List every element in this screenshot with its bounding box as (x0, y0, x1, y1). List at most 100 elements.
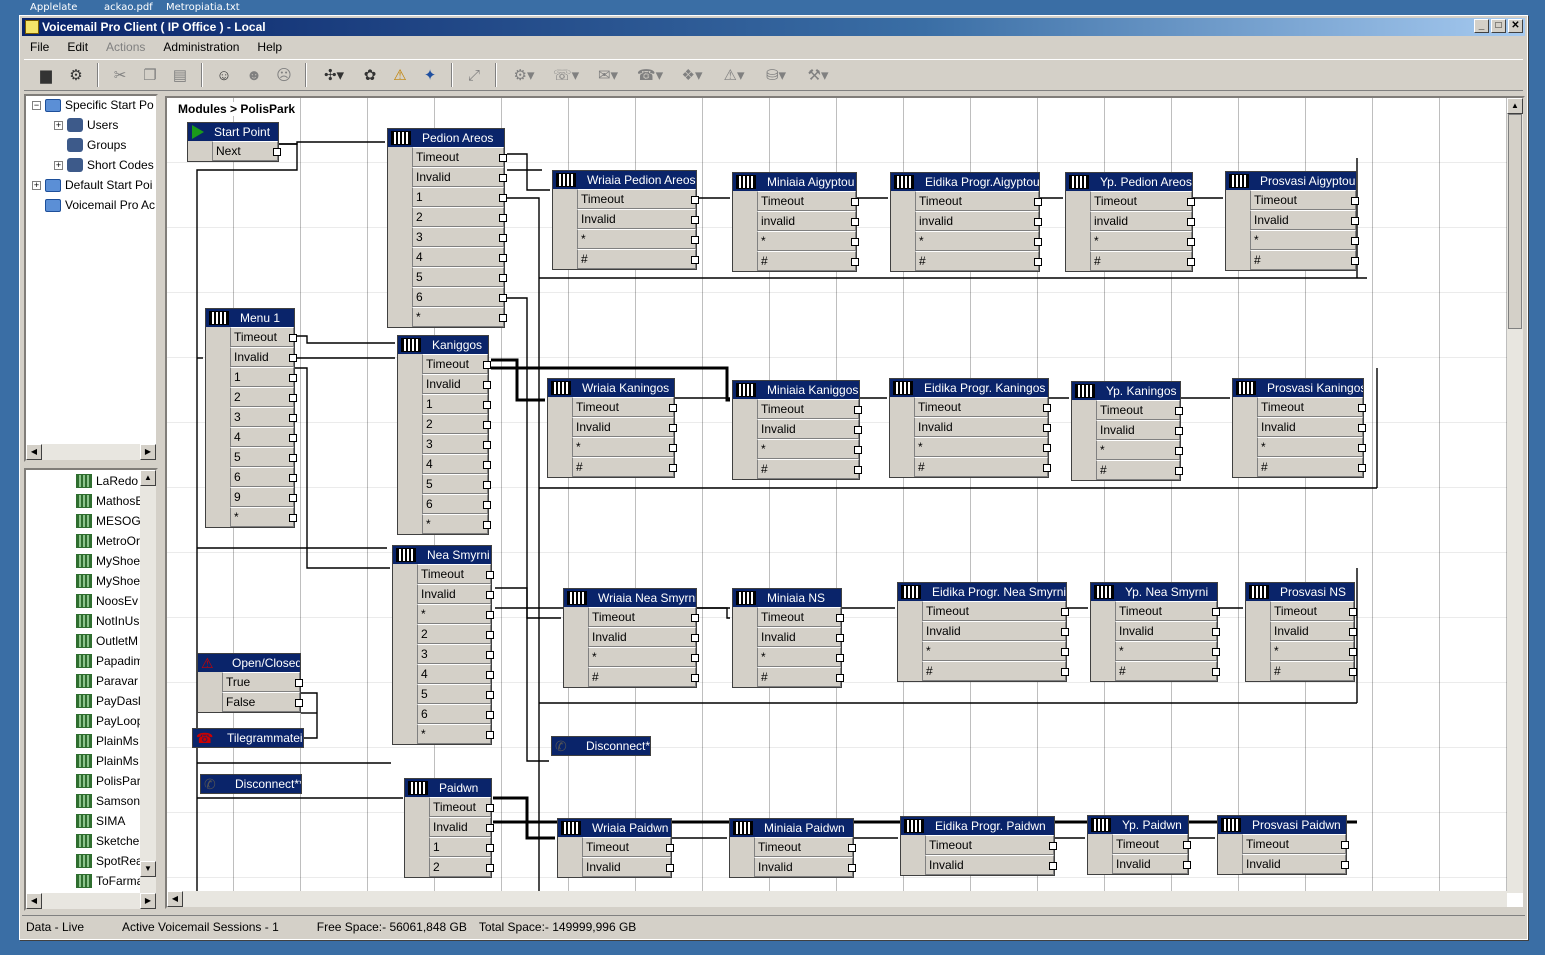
node-title[interactable]: Eidika Progr.Aigyptou (891, 173, 1039, 191)
node-title[interactable]: Miniaia Aigyptou (733, 173, 856, 191)
flow-node-r3c1[interactable]: Wriaia Nea Smyrni Timeout Invalid * # (563, 588, 699, 688)
node-exit[interactable]: # (1090, 251, 1195, 271)
menu-edit[interactable]: Edit (67, 40, 88, 54)
module-list-item[interactable]: Paravar (76, 674, 138, 688)
node-title[interactable]: Yp. Nea Smyrni (1091, 583, 1217, 601)
node-exit[interactable]: 3 (412, 227, 507, 247)
node-title[interactable]: Nea Smyrni (393, 546, 491, 564)
node-exit[interactable]: 2 (417, 624, 494, 644)
scroll-left-button[interactable]: ◀ (26, 444, 42, 460)
node-exit[interactable]: Invalid (422, 374, 491, 394)
node-exit[interactable]: # (922, 661, 1069, 681)
node-title[interactable]: Wriaia Nea Smyrni (564, 589, 696, 607)
node-exit[interactable]: 5 (412, 267, 507, 287)
connect-icon[interactable]: ⤢ (462, 63, 486, 87)
node-exit[interactable]: Invalid (429, 817, 494, 837)
mailbox-icon[interactable]: ✉▾ (590, 63, 626, 87)
module-list-item[interactable]: LaRedo (76, 474, 138, 488)
maximize-button[interactable]: □ (1491, 19, 1506, 33)
node-exit[interactable]: Invalid (925, 855, 1057, 875)
phone-icon[interactable]: ☎▾ (632, 63, 668, 87)
node-title[interactable]: Yp. Pedion Areos (1066, 173, 1192, 191)
node-exit[interactable]: 2 (422, 414, 491, 434)
flow-node-kaniggos[interactable]: Kaniggos Timeout Invalid 1 2 3 4 5 6 * (397, 335, 491, 535)
node-exit[interactable]: * (922, 641, 1069, 661)
node-exit[interactable]: 1 (422, 394, 491, 414)
module-list-item[interactable]: PayDasl (76, 694, 141, 708)
node-exit[interactable]: Timeout (914, 397, 1051, 417)
node-exit[interactable]: 1 (429, 837, 494, 857)
flow-node-r1c5[interactable]: Prosvasi Aigyptou Timeout Invalid * # (1225, 171, 1359, 271)
node-exit[interactable]: 2 (429, 857, 494, 877)
flow-node-r1c4[interactable]: Yp. Pedion Areos Timeout invalid * # (1065, 172, 1195, 272)
node-title[interactable]: Prosvasi Aigyptou (1226, 172, 1356, 190)
node-exit[interactable]: Invalid (588, 627, 699, 647)
node-exit[interactable]: 5 (417, 684, 494, 704)
tree-item[interactable]: + Default Start Poi (32, 178, 152, 192)
add-user-icon[interactable]: ☺ (212, 63, 236, 87)
menu-file[interactable]: File (30, 40, 49, 54)
node-exit[interactable]: Invalid (757, 419, 862, 439)
flow-node-r3c2[interactable]: Miniaia NS Timeout Invalid * # (732, 588, 844, 688)
node-title[interactable]: Menu 1 (206, 309, 294, 327)
modules-horizontal-scrollbar[interactable]: ◀ ▶ (26, 893, 156, 909)
flow-node-r3c4[interactable]: Yp. Nea Smyrni Timeout Invalid * # (1090, 582, 1220, 682)
add-group-icon[interactable]: ☻ (242, 63, 266, 87)
node-exit[interactable]: * (572, 437, 677, 457)
minimize-button[interactable]: _ (1474, 19, 1489, 33)
node-exit[interactable]: * (417, 604, 494, 624)
node-exit[interactable]: Invalid (230, 347, 297, 367)
node-exit[interactable]: * (757, 439, 862, 459)
node-exit[interactable]: Timeout (572, 397, 677, 417)
node-exit[interactable]: Invalid (1242, 854, 1349, 874)
node-exit[interactable]: * (1257, 437, 1366, 457)
node-exit[interactable]: 4 (412, 247, 507, 267)
node-exit[interactable]: Timeout (1250, 190, 1359, 210)
node-exit[interactable]: 3 (417, 644, 494, 664)
scroll-left-button[interactable]: ◀ (167, 891, 183, 907)
tree-horizontal-scrollbar[interactable]: ◀ ▶ (26, 444, 156, 460)
network-icon[interactable]: ⚙▾ (506, 63, 542, 87)
node-title[interactable]: Miniaia Paidwn (730, 819, 853, 837)
scroll-up-button[interactable]: ▲ (1507, 98, 1523, 114)
module-list-item[interactable]: ToFarma (76, 874, 143, 888)
node-exit[interactable]: 3 (422, 434, 491, 454)
module-list-item[interactable]: SpotRea (76, 854, 143, 868)
start-points-tree[interactable]: − Specific Start Po + Users Groups + Short Cod… (24, 94, 158, 462)
node-exit[interactable]: Invalid (1096, 420, 1183, 440)
node-exit[interactable]: Timeout (588, 607, 699, 627)
node-exit[interactable]: Timeout (1112, 834, 1191, 854)
canvas-vertical-scrollbar[interactable]: ▲ (1507, 98, 1523, 893)
node-exit[interactable]: # (1096, 460, 1183, 480)
flow-node-r2c2[interactable]: Miniaia Kaniggos Timeout Invalid * # (732, 380, 862, 480)
node-exit[interactable]: # (588, 667, 699, 687)
node-exit[interactable]: Timeout (757, 607, 844, 627)
node-exit[interactable]: # (1115, 661, 1220, 681)
node-exit[interactable]: * (1250, 230, 1359, 250)
copy-icon[interactable]: ❐ (138, 63, 162, 87)
node-exit[interactable]: # (1257, 457, 1366, 477)
module-list-item[interactable]: MyShoe (76, 574, 140, 588)
node-exit[interactable]: Invalid (1250, 210, 1359, 230)
module-list-item[interactable]: MetroOr (76, 534, 140, 548)
node-title[interactable]: Prosvasi Paidwn (1218, 816, 1346, 834)
flow-node-r4c2[interactable]: Miniaia Paidwn Timeout Invalid (729, 818, 856, 878)
flow-node-start[interactable]: Start Point Next (187, 122, 281, 162)
flow-node-r2c5[interactable]: Prosvasi Kaningos Timeout Invalid * # (1232, 378, 1366, 478)
node-exit[interactable]: * (1090, 231, 1195, 251)
node-exit[interactable]: invalid (915, 211, 1042, 231)
node-title[interactable]: ⚠ Open/Closed (198, 654, 300, 672)
module-list-item[interactable]: MathosE (76, 494, 143, 508)
node-exit[interactable]: * (412, 307, 507, 327)
tree-item[interactable]: Voicemail Pro Ac (32, 198, 155, 212)
node-exit[interactable]: # (757, 667, 844, 687)
node-title[interactable]: ✆ Disconnect** (201, 775, 301, 793)
node-exit[interactable]: * (914, 437, 1051, 457)
expand-icon[interactable]: + (54, 120, 63, 130)
node-exit[interactable]: Timeout (925, 835, 1057, 855)
flow-node-disc1[interactable]: ✆ Disconnect* (551, 736, 651, 756)
node-title[interactable]: Pedion Areos (388, 129, 504, 147)
node-exit[interactable]: # (577, 249, 699, 269)
node-title[interactable]: Prosvasi NS (1246, 583, 1354, 601)
node-exit[interactable]: Timeout (417, 564, 494, 584)
